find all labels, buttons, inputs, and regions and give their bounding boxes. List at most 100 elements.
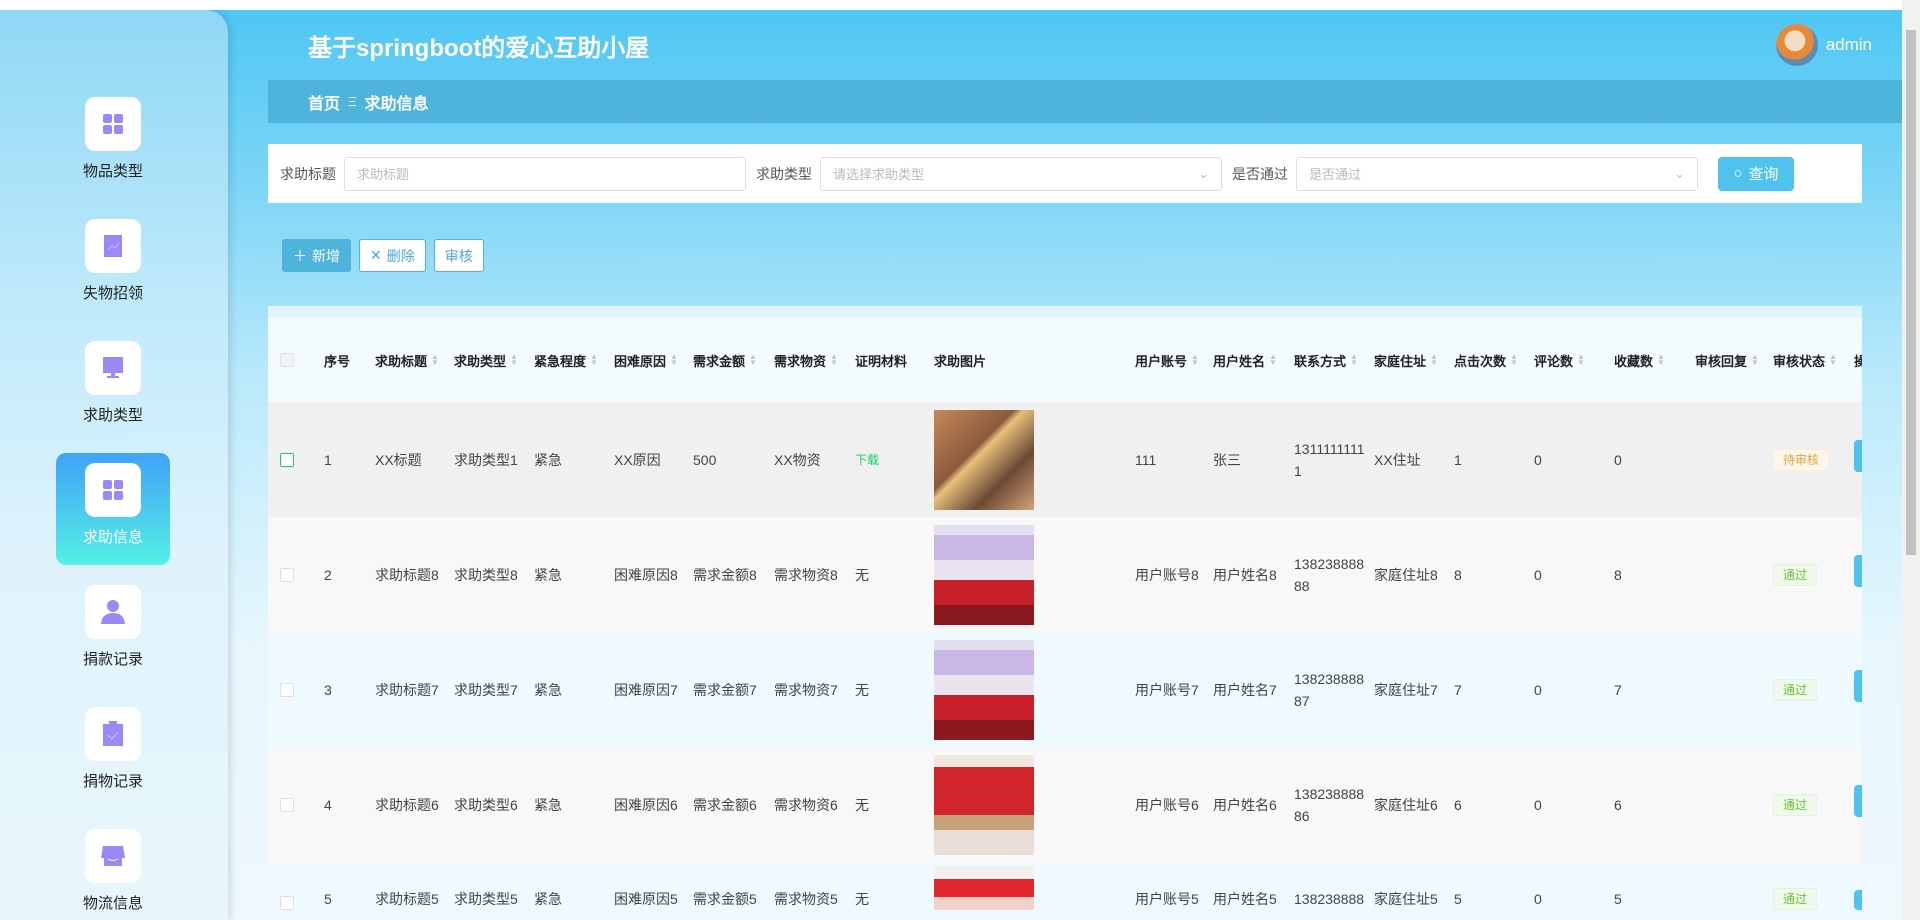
delete-button[interactable]: ✕ 删除 bbox=[359, 239, 426, 272]
cell-type: 求助类型5 bbox=[454, 891, 518, 907]
column-header[interactable]: 需求物资 ▲ ▼ bbox=[774, 318, 838, 402]
cell-phone: 13111111111 bbox=[1294, 440, 1365, 479]
sort-icon[interactable]: ▲ ▼ bbox=[670, 353, 678, 367]
sort-icon[interactable]: ▲ ▼ bbox=[1350, 353, 1358, 367]
column-header[interactable]: 需求金额 ▲ ▼ bbox=[693, 318, 757, 402]
column-header-label: 序号 bbox=[324, 353, 351, 369]
column-header[interactable]: 联系方式 ▲ ▼ bbox=[1294, 318, 1358, 402]
column-header[interactable]: 用户姓名 ▲ ▼ bbox=[1213, 318, 1277, 402]
column-header[interactable]: 求助标题 ▲ ▼ bbox=[375, 318, 439, 402]
sidebar-item-2[interactable]: 失物招领 bbox=[56, 209, 170, 305]
row-checkbox-cell bbox=[280, 517, 294, 632]
row-action-button[interactable] bbox=[1854, 555, 1862, 587]
sort-icon[interactable]: ▲ ▼ bbox=[1657, 353, 1665, 367]
table-row[interactable]: 2 求助标题8 求助类型8 紧急 困难原因8 需求金额8 需求物资8 无 用户账号8 用户姓名8 1… bbox=[268, 517, 1862, 632]
avatar[interactable] bbox=[1775, 24, 1818, 66]
row-checkbox[interactable] bbox=[280, 452, 294, 467]
sort-icon[interactable]: ▲ ▼ bbox=[1430, 353, 1438, 367]
cell-proof: 无 bbox=[855, 566, 869, 583]
cell-amount: 需求金额5 bbox=[693, 891, 757, 907]
table-row[interactable]: 1 XX标题 求助类型1 紧急 XX原因 500 XX物资 下载 111 张三 1311111111… bbox=[268, 402, 1862, 517]
user-icon bbox=[85, 585, 141, 639]
page-scrollbar[interactable] bbox=[1902, 0, 1920, 920]
table-row[interactable]: 3 求助标题7 求助类型7 紧急 困难原因7 需求金额7 需求物资7 无 用户账号7 用户姓名7 1… bbox=[268, 632, 1862, 747]
column-header[interactable]: 困难原因 ▲ ▼ bbox=[614, 318, 678, 402]
image-cell bbox=[934, 747, 1034, 862]
cell-reason: 困难原因6 bbox=[614, 796, 678, 813]
checkbox[interactable] bbox=[280, 353, 294, 367]
cell-goods: XX物资 bbox=[774, 451, 821, 468]
cell-favorites: 0 bbox=[1614, 451, 1622, 468]
column-header[interactable]: 审核回复 ▲ ▼ bbox=[1695, 318, 1759, 402]
sort-icon[interactable]: ▲ ▼ bbox=[1577, 353, 1585, 367]
sort-icon[interactable]: ▲ ▼ bbox=[749, 353, 757, 367]
cell-no: 2 bbox=[324, 566, 332, 583]
sort-icon[interactable]: ▲ ▼ bbox=[1191, 353, 1199, 367]
username[interactable]: admin bbox=[1826, 35, 1872, 55]
sidebar-item-3[interactable]: 求助类型 bbox=[56, 331, 170, 427]
cell-urgency: 紧急 bbox=[534, 891, 562, 907]
column-header[interactable]: 点击次数 ▲ ▼ bbox=[1454, 318, 1518, 402]
column-header[interactable]: 家庭住址 ▲ ▼ bbox=[1374, 318, 1438, 402]
cell-account: 用户账号7 bbox=[1135, 681, 1199, 698]
help-image[interactable] bbox=[934, 409, 1034, 510]
help-image[interactable] bbox=[934, 639, 1034, 740]
column-header[interactable]: 审核状态 ▲ ▼ bbox=[1773, 318, 1837, 402]
review-button[interactable]: 审核 bbox=[433, 239, 484, 272]
sidebar-item-5[interactable]: 捐款记录 bbox=[56, 575, 170, 671]
help-image[interactable] bbox=[934, 866, 1034, 910]
type-label: 求助类型 bbox=[756, 165, 812, 182]
column-header[interactable]: 紧急程度 ▲ ▼ bbox=[534, 318, 598, 402]
sort-icon[interactable]: ▲ ▼ bbox=[1751, 353, 1759, 367]
cell-no: 1 bbox=[324, 451, 332, 468]
sort-icon[interactable]: ▲ ▼ bbox=[1829, 353, 1837, 367]
sort-icon[interactable]: ▲ ▼ bbox=[1510, 353, 1518, 367]
download-link[interactable]: 下载 bbox=[855, 402, 879, 517]
row-checkbox[interactable] bbox=[280, 896, 294, 910]
add-button[interactable]: ＋ 新增 bbox=[282, 239, 351, 272]
type-select[interactable]: 请选择求助类型 ⌄ bbox=[820, 156, 1222, 191]
cell-type: 求助类型8 bbox=[454, 566, 518, 583]
sidebar-item-7[interactable]: 物流信息 bbox=[56, 819, 170, 915]
column-header[interactable]: 收藏数 ▲ ▼ bbox=[1614, 318, 1665, 402]
row-action-button[interactable] bbox=[1854, 440, 1862, 472]
cell-account: 用户账号8 bbox=[1135, 566, 1199, 583]
cell-address: 家庭住址7 bbox=[1374, 681, 1438, 698]
cell-amount: 500 bbox=[693, 451, 717, 468]
sort-icon[interactable]: ▲ ▼ bbox=[830, 353, 838, 367]
search-icon: ○ bbox=[1733, 165, 1743, 182]
sidebar-item-1[interactable]: 物品类型 bbox=[56, 87, 170, 183]
column-header-label: 审核状态 bbox=[1773, 353, 1826, 369]
cell-name: 用户姓名5 bbox=[1213, 891, 1277, 907]
sort-icon[interactable]: ▲ ▼ bbox=[510, 353, 518, 367]
app: 物品类型 失物招领 求助类型 求助信息 捐款记录 捐物记录 物流信息 基于springboo… bbox=[0, 10, 1902, 920]
column-header[interactable]: 用户账号 ▲ ▼ bbox=[1135, 318, 1199, 402]
row-checkbox[interactable] bbox=[280, 682, 294, 697]
scrollbar-thumb[interactable] bbox=[1906, 30, 1916, 555]
help-image[interactable] bbox=[934, 754, 1034, 855]
breadcrumb-home[interactable]: 首页 bbox=[308, 90, 340, 114]
sort-icon[interactable]: ▲ ▼ bbox=[590, 353, 598, 367]
table-row[interactable]: 4 求助标题6 求助类型6 紧急 困难原因6 需求金额6 需求物资6 无 用户账号6 用户姓名6 1… bbox=[268, 747, 1862, 862]
column-header-label: 求助类型 bbox=[454, 353, 507, 369]
column-header[interactable]: 求助类型 ▲ ▼ bbox=[454, 318, 518, 402]
help-image[interactable] bbox=[934, 524, 1034, 625]
title-search-input[interactable]: 求助标题 bbox=[344, 156, 746, 191]
table-row[interactable]: 5 求助标题5 求助类型5 紧急 困难原因5 需求金额5 需求物资5 无 用户账号5 用户姓名5 1… bbox=[268, 862, 1862, 910]
row-action-button[interactable] bbox=[1854, 890, 1862, 910]
status-badge: 通过 bbox=[1773, 793, 1818, 816]
row-checkbox[interactable] bbox=[280, 797, 294, 812]
row-action-button[interactable] bbox=[1854, 670, 1862, 702]
column-header[interactable]: 评论数 ▲ ▼ bbox=[1534, 318, 1585, 402]
sidebar-item-4[interactable]: 求助信息 bbox=[56, 453, 170, 565]
row-checkbox[interactable] bbox=[280, 567, 294, 582]
sort-icon[interactable]: ▲ ▼ bbox=[1269, 353, 1277, 367]
select-all-checkbox[interactable] bbox=[280, 318, 294, 402]
row-action-button[interactable] bbox=[1854, 785, 1862, 817]
pass-select[interactable]: 是否通过 ⌄ bbox=[1296, 156, 1698, 191]
sort-icon[interactable]: ▲ ▼ bbox=[431, 353, 439, 367]
user-menu[interactable]: admin bbox=[1775, 24, 1872, 66]
sidebar-item-6[interactable]: 捐物记录 bbox=[56, 697, 170, 793]
query-button[interactable]: ○ 查询 bbox=[1718, 156, 1794, 191]
cell-phone: 13823888886 bbox=[1294, 785, 1365, 824]
